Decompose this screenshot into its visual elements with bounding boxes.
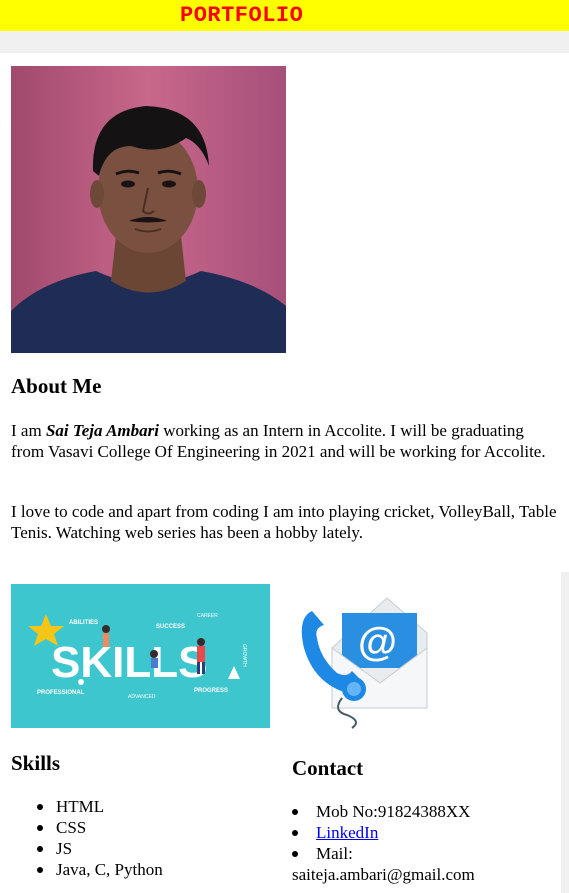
scrollbar-track[interactable] bbox=[561, 572, 569, 893]
svg-text:ADVANCED: ADVANCED bbox=[128, 694, 156, 700]
header-bar: PORTFOLIO bbox=[0, 0, 569, 31]
profile-photo bbox=[11, 66, 286, 353]
mail-label: Mail: bbox=[316, 844, 353, 863]
contact-illustration: @ bbox=[292, 593, 432, 733]
contact-list: Mob No:91824388XX LinkedIn Mail: saiteja.… bbox=[292, 801, 554, 885]
svg-text:ABILITIES: ABILITIES bbox=[69, 620, 98, 626]
page-title: PORTFOLIO bbox=[180, 3, 304, 28]
list-item: Java, C, Python bbox=[11, 859, 271, 880]
skills-list: HTML CSS JS Java, C, Python bbox=[11, 796, 271, 880]
about-paragraph-2: I love to code and apart from coding I a… bbox=[11, 502, 557, 542]
svg-text:SKILLS: SKILLS bbox=[51, 638, 207, 687]
skills-illustration: ABILITIES SUCCESS CAREER SKILLS GROWTH P… bbox=[11, 584, 270, 728]
list-item: HTML bbox=[11, 796, 271, 817]
contact-heading: Contact bbox=[292, 756, 364, 780]
list-item: CSS bbox=[11, 817, 271, 838]
svg-text:SUCCESS: SUCCESS bbox=[156, 624, 185, 630]
svg-text:@: @ bbox=[358, 620, 397, 664]
svg-text:PROFESSIONAL: PROFESSIONAL bbox=[37, 690, 85, 696]
mail-address: saiteja.ambari@gmail.com bbox=[292, 865, 475, 884]
mobile-number: Mob No:91824388XX bbox=[292, 801, 554, 822]
linkedin-item: LinkedIn bbox=[292, 822, 554, 843]
skills-heading: Skills bbox=[11, 751, 61, 775]
linkedin-link[interactable]: LinkedIn bbox=[316, 823, 378, 842]
list-item: JS bbox=[11, 838, 271, 859]
header-divider bbox=[0, 31, 569, 53]
about-paragraph-1: I am Sai Teja Ambari working as an Inter… bbox=[11, 421, 546, 461]
svg-text:GROWTH: GROWTH bbox=[241, 644, 247, 667]
about-heading: About Me bbox=[11, 374, 102, 398]
name-highlight: Sai Teja Ambari bbox=[45, 421, 159, 440]
mail-item: Mail: saiteja.ambari@gmail.com bbox=[292, 843, 554, 885]
svg-text:CAREER: CAREER bbox=[197, 613, 218, 619]
svg-text:PROGRESS: PROGRESS bbox=[194, 688, 228, 694]
